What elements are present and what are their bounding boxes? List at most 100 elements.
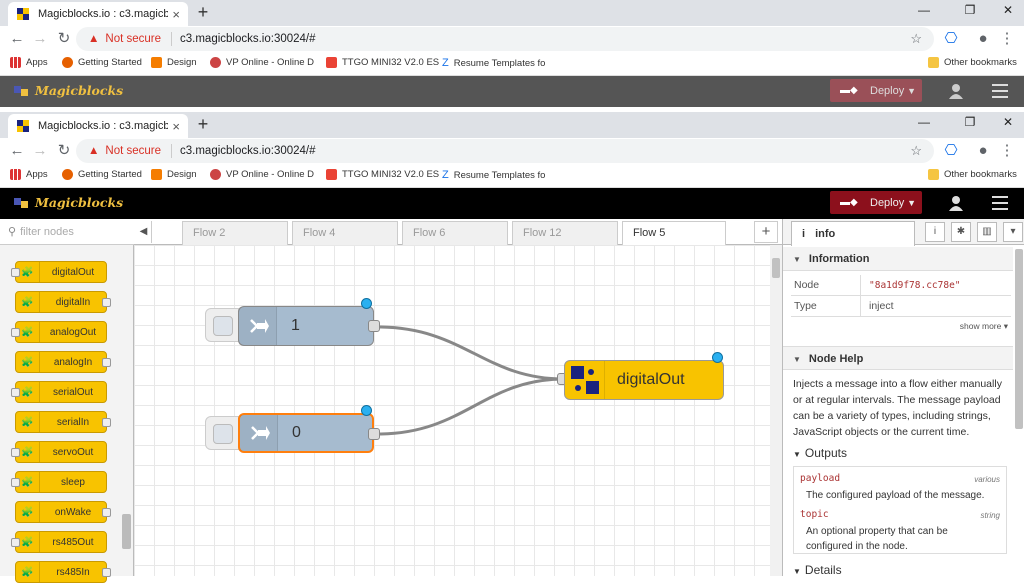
tab-close-icon[interactable]: × bbox=[172, 7, 180, 22]
user-icon[interactable] bbox=[948, 83, 964, 99]
inject-trigger-button[interactable] bbox=[205, 308, 239, 342]
wire-0-to-digitalout[interactable] bbox=[377, 377, 565, 436]
minimize-button[interactable]: — bbox=[912, 115, 936, 129]
inject-node-0[interactable]: 0 bbox=[238, 413, 374, 453]
back-arrow-icon[interactable]: ← bbox=[8, 30, 26, 48]
hamburger-menu-icon[interactable] bbox=[992, 196, 1008, 214]
close-window-button[interactable]: ✕ bbox=[996, 115, 1020, 129]
caret-down-icon[interactable]: ▼ bbox=[907, 198, 916, 208]
filter-nodes-input[interactable]: ⚲ filter nodes bbox=[0, 219, 134, 245]
bookmark-vp-online[interactable]: VP Online - Online D bbox=[210, 169, 314, 180]
chevron-down-icon[interactable]: ▾ bbox=[1003, 222, 1023, 242]
browser-tab[interactable]: Magicblocks.io : c3.magicblocks.i × bbox=[8, 2, 188, 26]
bookmark-apps[interactable]: Apps bbox=[10, 169, 48, 180]
deploy-button[interactable]: ▬◆ Deploy ▼ bbox=[830, 79, 922, 102]
bookmark-resume[interactable]: Z Resume Templates fo bbox=[442, 57, 545, 69]
deploy-button[interactable]: ▬◆ Deploy ▼ bbox=[830, 191, 922, 214]
palette-scrollbar[interactable] bbox=[122, 514, 131, 549]
forward-arrow-icon[interactable]: → bbox=[31, 142, 49, 160]
other-bookmarks[interactable]: Other bookmarks bbox=[928, 57, 1017, 68]
kebab-menu-icon[interactable]: ⋮ bbox=[998, 30, 1016, 48]
palette-node-digitalin[interactable]: 🧩 digitalIn bbox=[15, 291, 111, 313]
bookmark-vp-online[interactable]: VP Online - Online D bbox=[210, 57, 314, 68]
bookmark-design[interactable]: Design bbox=[151, 169, 197, 180]
bookmark-getting-started[interactable]: Getting Started bbox=[62, 169, 142, 180]
sidebar-scrollbar[interactable] bbox=[1015, 249, 1023, 429]
flow-canvas[interactable]: 1 0 digitalOut bbox=[134, 245, 770, 576]
palette-node-servoout[interactable]: 🧩 servoOut bbox=[11, 441, 107, 463]
info-sidebar: i info i ✱ ▥ ▾ ▼ Information Node "8a1d9f7… bbox=[782, 219, 1024, 577]
bookmark-ttgo[interactable]: TTGO MINI32 V2.0 ES bbox=[326, 169, 439, 180]
output-port[interactable] bbox=[368, 320, 380, 332]
palette-node-serialout[interactable]: 🧩 serialOut bbox=[11, 381, 107, 403]
tab-strip: Magicblocks.io : c3.magicblocks.i × + — … bbox=[0, 112, 1024, 138]
palette-node-onwake[interactable]: 🧩 onWake bbox=[15, 501, 111, 523]
user-icon[interactable] bbox=[948, 195, 964, 211]
info-icon[interactable]: i bbox=[925, 222, 945, 242]
star-icon[interactable]: ☆ bbox=[910, 143, 922, 159]
palette-node-analogout[interactable]: 🧩 analogOut bbox=[11, 321, 107, 343]
bookmark-design[interactable]: Design bbox=[151, 57, 197, 68]
profile-icon[interactable]: ● bbox=[974, 30, 992, 48]
add-flow-button[interactable]: + bbox=[754, 221, 778, 243]
palette-node-serialin[interactable]: 🧩 serialIn bbox=[15, 411, 111, 433]
inject-node-1[interactable]: 1 bbox=[238, 306, 374, 346]
outputs-heading[interactable]: ▼ Outputs bbox=[793, 446, 847, 460]
close-window-button[interactable]: ✕ bbox=[996, 3, 1020, 17]
bookmark-getting-started[interactable]: Getting Started bbox=[62, 57, 142, 68]
palette-node-rs485in[interactable]: 🧩 rs485In bbox=[15, 561, 111, 583]
canvas-scrollbar[interactable] bbox=[770, 245, 782, 576]
palette-node-analogin[interactable]: 🧩 analogIn bbox=[15, 351, 111, 373]
address-bar-row: ← → ↻ ▲ Not secure c3.magicblocks.io:300… bbox=[0, 138, 1024, 164]
profile-icon[interactable]: ● bbox=[974, 142, 992, 160]
tab-flow-4[interactable]: Flow 4 bbox=[292, 221, 398, 245]
caret-down-icon[interactable]: ▼ bbox=[907, 86, 916, 96]
palette-node-digitalout[interactable]: 🧩 digitalOut bbox=[11, 261, 107, 283]
details-heading[interactable]: ▼ Details bbox=[793, 563, 842, 577]
inject-trigger-button[interactable] bbox=[205, 416, 239, 450]
minimize-button[interactable]: — bbox=[912, 3, 936, 17]
star-icon[interactable]: ☆ bbox=[910, 31, 922, 47]
output-port[interactable] bbox=[368, 428, 380, 440]
tab-flow-6[interactable]: Flow 6 bbox=[402, 221, 508, 245]
restore-button[interactable]: ❐ bbox=[958, 115, 982, 129]
palette-node-sleep[interactable]: 🧩 sleep bbox=[11, 471, 107, 493]
extension-icon[interactable]: ⎔ bbox=[942, 30, 960, 48]
bookmark-ttgo[interactable]: TTGO MINI32 V2.0 ES bbox=[326, 57, 439, 68]
info-icon: i bbox=[802, 228, 806, 240]
forward-arrow-icon[interactable]: → bbox=[31, 30, 49, 48]
reload-icon[interactable]: ↻ bbox=[55, 142, 73, 160]
other-bookmarks[interactable]: Other bookmarks bbox=[928, 169, 1017, 180]
new-tab-button[interactable]: + bbox=[194, 115, 212, 133]
tab-close-icon[interactable]: × bbox=[172, 119, 180, 134]
back-arrow-icon[interactable]: ← bbox=[8, 142, 26, 160]
omnibox[interactable]: ▲ Not secure c3.magicblocks.io:30024/# ☆ bbox=[76, 27, 934, 51]
scroll-left-icon[interactable]: ◀ bbox=[136, 221, 152, 243]
url-text[interactable]: c3.magicblocks.io:30024/# bbox=[180, 145, 316, 157]
browser-tab[interactable]: Magicblocks.io : c3.magicblocks.i × bbox=[8, 114, 188, 138]
chevron-down-icon: ▼ bbox=[793, 450, 801, 459]
show-more-link[interactable]: show more ▾ bbox=[960, 321, 1008, 332]
chart-icon[interactable]: ▥ bbox=[977, 222, 997, 242]
wire-1-to-digitalout[interactable] bbox=[377, 325, 565, 381]
tab-info[interactable]: i info bbox=[791, 221, 915, 246]
new-tab-button[interactable]: + bbox=[194, 3, 212, 21]
url-text[interactable]: c3.magicblocks.io:30024/# bbox=[180, 33, 316, 45]
bug-icon[interactable]: ✱ bbox=[951, 222, 971, 242]
hamburger-menu-icon[interactable] bbox=[992, 84, 1008, 102]
node-help-section-header[interactable]: ▼ Node Help bbox=[783, 346, 1013, 370]
bookmark-apps[interactable]: Apps bbox=[10, 57, 48, 68]
palette-node-rs485out[interactable]: 🧩 rs485Out bbox=[11, 531, 107, 553]
digitalout-node[interactable]: digitalOut bbox=[564, 360, 724, 400]
tab-flow-12[interactable]: Flow 12 bbox=[512, 221, 618, 245]
tab-flow-5[interactable]: Flow 5 bbox=[622, 221, 726, 246]
reload-icon[interactable]: ↻ bbox=[55, 30, 73, 48]
tab-flow-2[interactable]: Flow 2 bbox=[182, 221, 288, 245]
omnibox[interactable]: ▲ Not secure c3.magicblocks.io:30024/# ☆ bbox=[76, 139, 934, 163]
kebab-menu-icon[interactable]: ⋮ bbox=[998, 142, 1016, 160]
restore-button[interactable]: ❐ bbox=[958, 3, 982, 17]
bookmark-label: Getting Started bbox=[78, 57, 142, 68]
extension-icon[interactable]: ⎔ bbox=[942, 142, 960, 160]
information-section-header[interactable]: ▼ Information bbox=[783, 247, 1013, 271]
bookmark-resume[interactable]: Z Resume Templates fo bbox=[442, 169, 545, 181]
